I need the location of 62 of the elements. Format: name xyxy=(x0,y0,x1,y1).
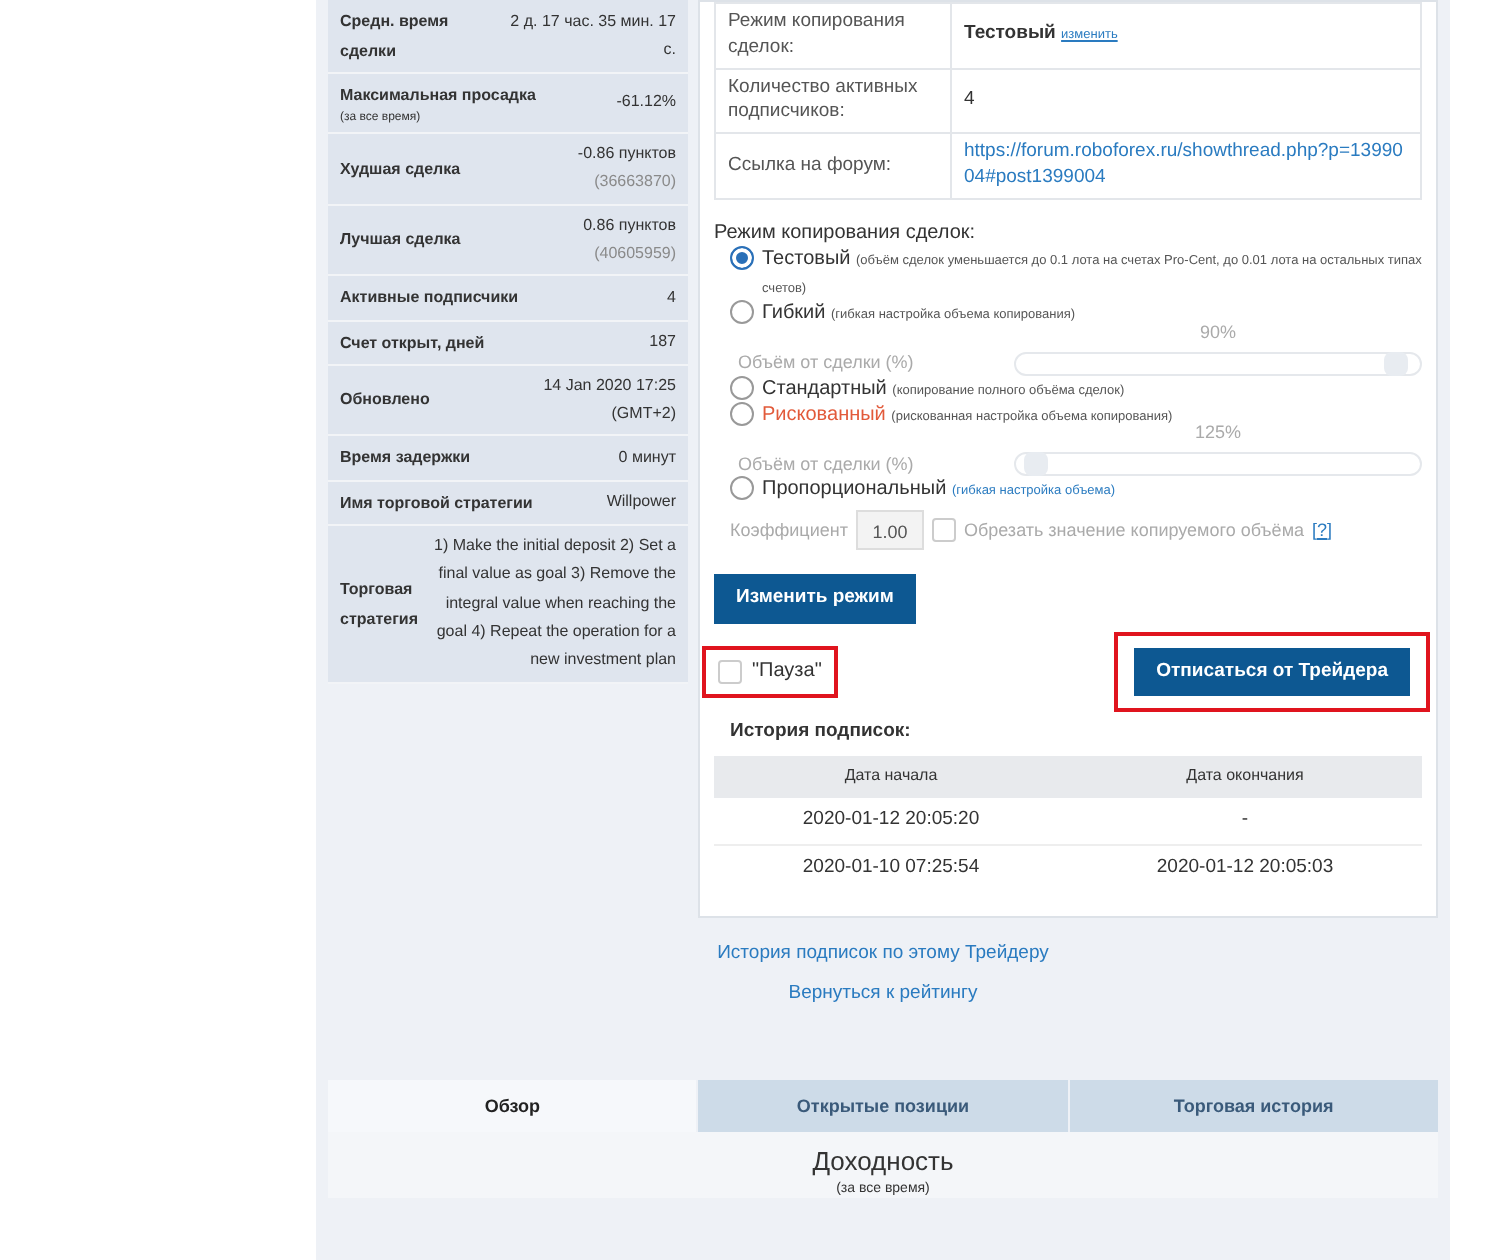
stat-label: Худшая сделка xyxy=(340,157,461,182)
stat-value: 0.86 пунктов xyxy=(583,215,676,234)
table-cell: 2020-01-12 20:05:20 xyxy=(714,797,1068,845)
stat-value: 2 д. 17 час. 35 мин. 17 с. xyxy=(508,9,676,63)
info-label: Режим копирования сделок: xyxy=(715,3,951,69)
column-header: Дата окончания xyxy=(1068,756,1422,798)
coefficient-field[interactable]: 1.00 xyxy=(855,509,924,550)
stat-ticket: (36663870) xyxy=(592,170,676,195)
stat-label: Обновлено xyxy=(340,388,430,413)
slider-label: Объём от сделки (%) xyxy=(738,350,916,376)
help-link[interactable]: [?] xyxy=(1312,517,1333,542)
change-mode-button[interactable]: Изменить режим xyxy=(714,573,916,624)
back-link[interactable]: Вернуться к рейтингу xyxy=(788,982,978,1009)
info-value: 4 xyxy=(964,88,975,111)
radio-button[interactable] xyxy=(730,246,754,271)
checkbox-label: Обрезать значение копируемого объёма xyxy=(963,517,1305,542)
tab[interactable]: Торговая история xyxy=(1069,1080,1438,1133)
checkbox[interactable] xyxy=(931,517,956,542)
slider-thumb[interactable] xyxy=(1384,351,1409,376)
slider-thumb[interactable] xyxy=(1023,452,1048,477)
coefficient-label: Коэффициент xyxy=(730,517,848,542)
radio-button[interactable] xyxy=(730,300,754,325)
pause-option[interactable]: "Пауза" xyxy=(718,658,822,686)
slider-label: Объём от сделки (%) xyxy=(738,452,916,477)
stat-label: Время задержки xyxy=(340,446,471,471)
mode-heading: Режим копирования сделок: xyxy=(714,219,978,247)
info-label: Количество активных подписчиков: xyxy=(715,68,951,134)
table-cell: - xyxy=(1068,797,1422,845)
stat-value: -0.86 пунктов xyxy=(577,143,676,162)
stat-label: Максимальная просадка xyxy=(340,86,536,105)
section-title: Доходность xyxy=(810,1144,956,1180)
stat-label: Активные подписчики xyxy=(340,286,519,311)
stat-value: -61.12% xyxy=(616,90,676,115)
column-header: Дата начала xyxy=(714,756,1068,798)
stat-value: 187 xyxy=(649,329,676,354)
stat-label: Торговая стратегия xyxy=(340,577,418,632)
tab[interactable]: Открытые позиции xyxy=(698,1080,1068,1133)
history-link[interactable]: История подписок по этому Трейдеру xyxy=(717,941,1049,967)
radio-button[interactable] xyxy=(730,375,754,400)
radio-button[interactable] xyxy=(730,476,754,501)
stat-label: Счет открыт, дней xyxy=(340,331,485,356)
stat-value: 14 Jan 2020 17:25 (GMT+2) xyxy=(541,373,676,427)
stat-label: Средн. время сделки xyxy=(340,10,451,65)
slider-reading: 125% xyxy=(1192,420,1244,445)
info-label: Ссылка на форум: xyxy=(715,133,951,199)
table-cell: 2020-01-10 07:25:54 xyxy=(714,844,1068,892)
history-title: История подписок: xyxy=(730,720,913,747)
tab[interactable]: Обзор xyxy=(328,1080,697,1133)
stat-label: Лучшая сделка xyxy=(340,228,461,253)
checkbox[interactable] xyxy=(718,659,742,684)
radio-button[interactable] xyxy=(730,401,754,426)
stat-value: 0 минут xyxy=(618,445,676,470)
stat-value: Willpower xyxy=(606,490,676,515)
table-cell: 2020-01-12 20:05:03 xyxy=(1068,844,1422,892)
stat-ticket: (40605959) xyxy=(592,241,676,266)
pause-label: "Пауза" xyxy=(752,658,822,686)
info-value: Тестовый xyxy=(964,22,1056,45)
stat-value: 4 xyxy=(667,285,676,310)
stat-label: Имя торговой стратегии xyxy=(340,491,533,516)
stat-value: 1) Make the initial deposit 2) Set a final value as goal 3) Remove the integral value when reaching the goal 4) Repeat the operation for a new investment plan xyxy=(432,533,676,673)
slider-reading: 90% xyxy=(1197,319,1238,344)
unsubscribe-button[interactable]: Отписаться от Трейдера xyxy=(1134,647,1410,697)
